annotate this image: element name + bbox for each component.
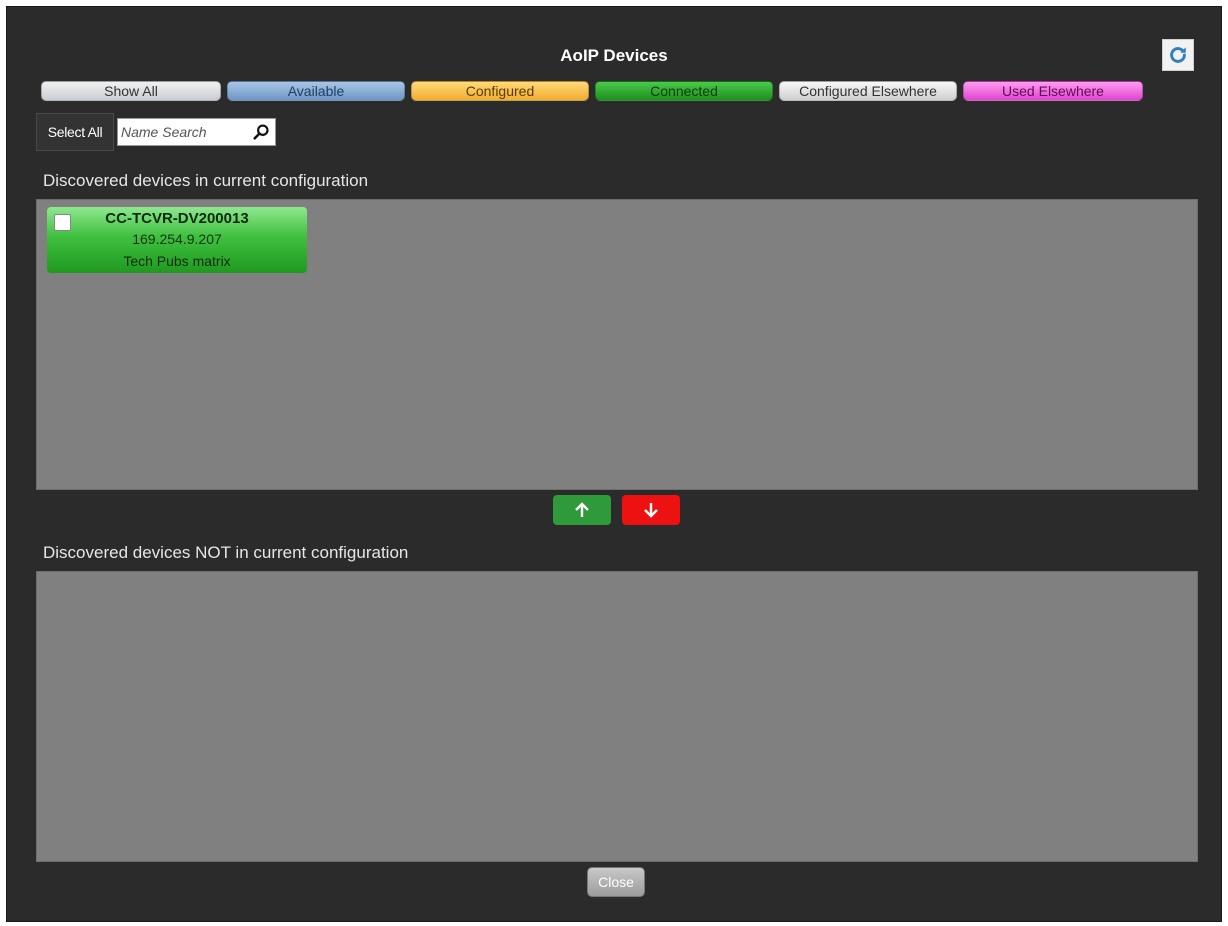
device-ip: 169.254.9.207 [132, 231, 222, 247]
unconfigured-section-label: Discovered devices NOT in current config… [43, 543, 409, 562]
refresh-icon [1170, 47, 1186, 63]
arrow-up-icon [575, 502, 589, 517]
move-down-button[interactable] [622, 495, 680, 525]
name-search-input[interactable] [121, 122, 245, 142]
close-button[interactable]: Close [587, 867, 645, 897]
filter-show-all-button[interactable]: Show All [41, 81, 221, 101]
aoip-devices-dialog: AoIP Devices Show All Available Configur… [6, 6, 1222, 922]
filter-connected-button[interactable]: Connected [595, 81, 773, 101]
configured-devices-panel: CC-TCVR-DV200013 169.254.9.207 Tech Pubs… [36, 199, 1198, 490]
device-card[interactable]: CC-TCVR-DV200013 169.254.9.207 Tech Pubs… [47, 207, 307, 273]
name-search-box [117, 118, 276, 146]
search-icon[interactable] [252, 123, 270, 141]
filter-used-elsewhere-button[interactable]: Used Elsewhere [963, 81, 1143, 101]
unconfigured-devices-panel [36, 571, 1198, 862]
filter-configured-elsewhere-button[interactable]: Configured Elsewhere [779, 81, 957, 101]
dialog-title: AoIP Devices [560, 46, 668, 65]
device-name: CC-TCVR-DV200013 [105, 210, 249, 227]
select-all-button[interactable]: Select All [36, 113, 114, 151]
filter-available-button[interactable]: Available [227, 81, 405, 101]
refresh-button[interactable] [1162, 39, 1194, 71]
configured-section-label: Discovered devices in current configurat… [43, 171, 369, 190]
move-up-button[interactable] [553, 495, 611, 525]
device-matrix: Tech Pubs matrix [123, 253, 231, 269]
arrow-down-icon [644, 503, 658, 518]
filter-configured-button[interactable]: Configured [411, 81, 589, 101]
